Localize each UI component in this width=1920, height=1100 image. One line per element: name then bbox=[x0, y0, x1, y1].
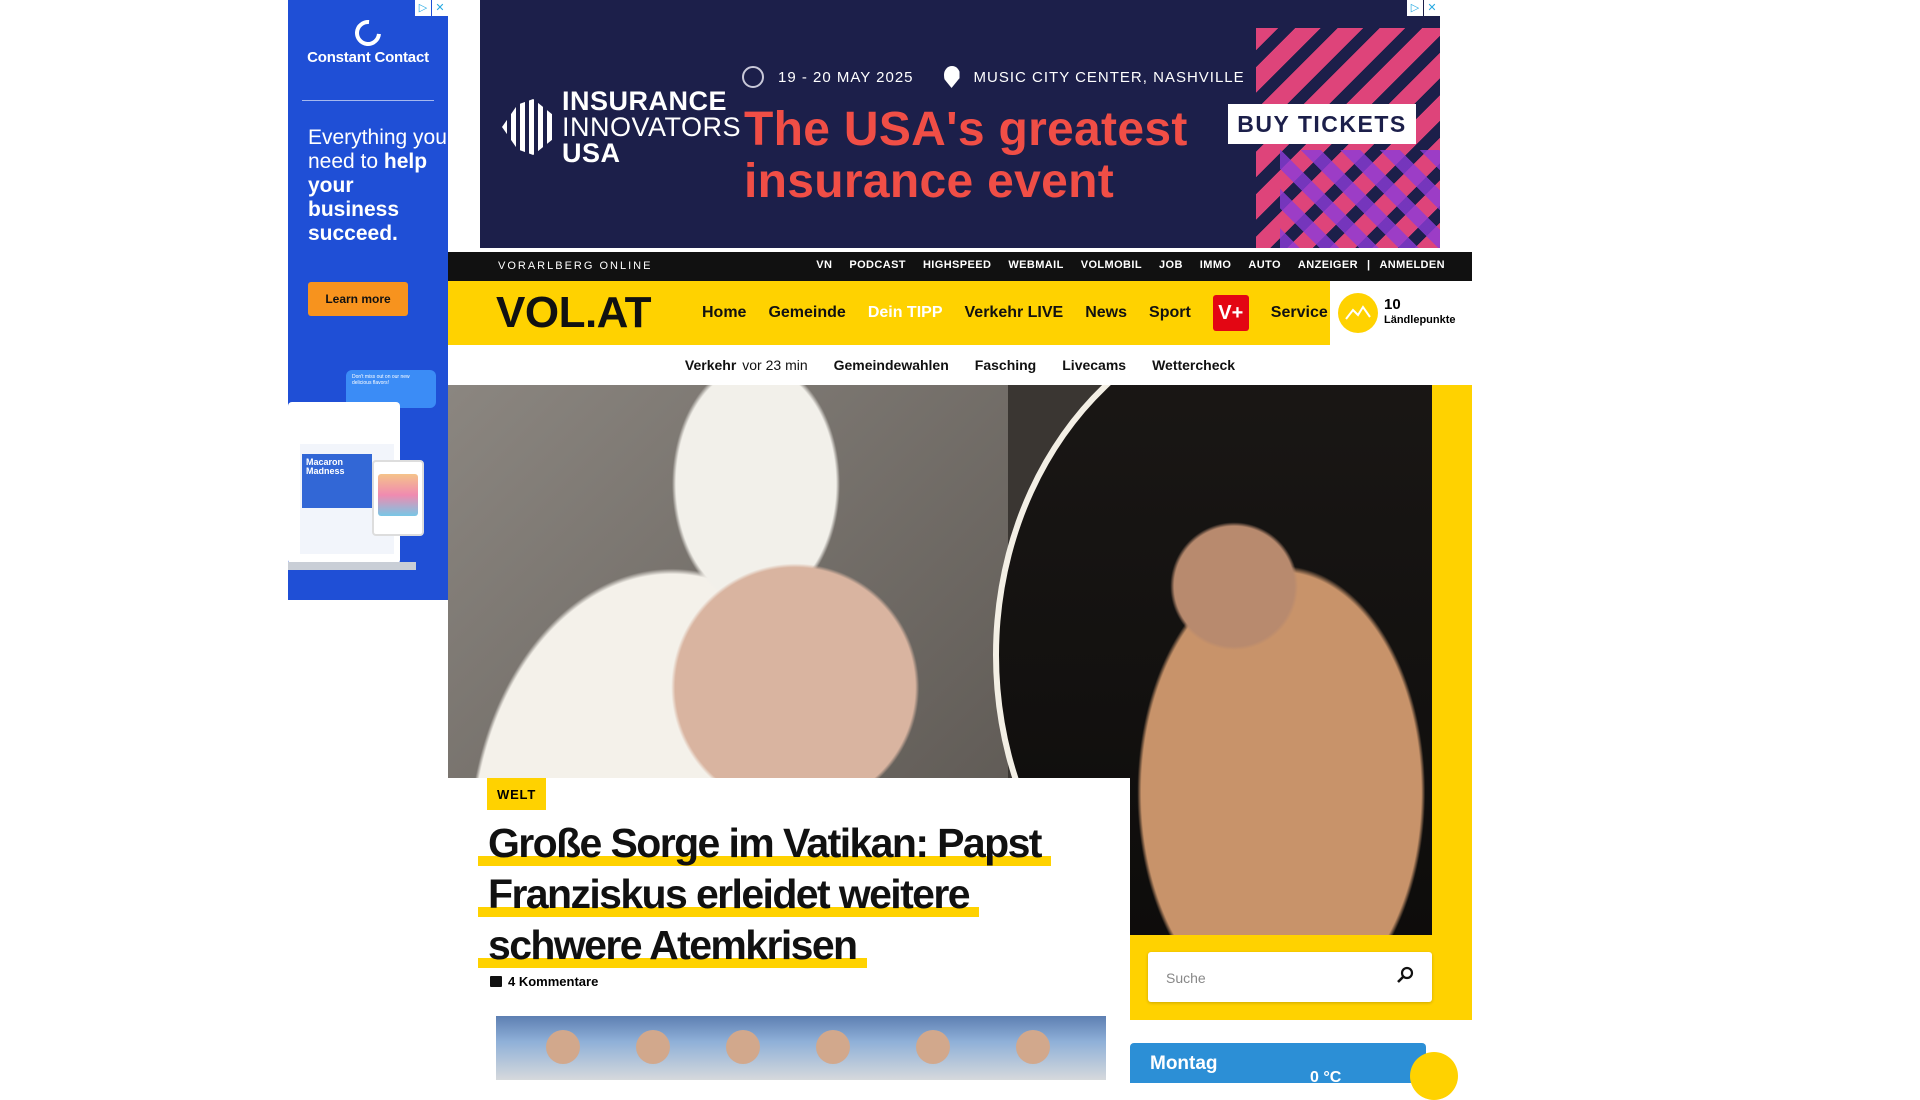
decorative-stripes bbox=[1280, 150, 1440, 248]
comment-icon bbox=[490, 976, 502, 987]
event-meta: 19 - 20 MAY 2025 MUSIC CITY CENTER, NASH… bbox=[742, 66, 1245, 88]
nav-dein-tipp[interactable]: Dein TIPP bbox=[868, 304, 943, 322]
event-date: 19 - 20 MAY 2025 bbox=[778, 68, 914, 86]
article-title[interactable]: Große Sorge im Vatikan: Papst Franziskus… bbox=[478, 818, 1098, 971]
divider: | bbox=[1366, 259, 1371, 271]
link-webmail[interactable]: WEBMAIL bbox=[1008, 259, 1063, 271]
subnav-livecams[interactable]: Livecams bbox=[1062, 357, 1126, 373]
vplus-badge[interactable]: V+ bbox=[1212, 295, 1249, 331]
buy-tickets-button[interactable]: BUY TICKETS bbox=[1228, 104, 1416, 144]
sub-navigation: Verkehr vor 23 min Gemeindewahlen Faschin… bbox=[448, 345, 1472, 385]
sidebar-accent bbox=[1432, 385, 1472, 935]
ad-banner-insurance-innovators[interactable]: ▷ ✕ INSURANCE INNOVATORS USA 19 - 20 MAY … bbox=[480, 0, 1440, 248]
lead-article[interactable]: WELT Große Sorge im Vatikan: Papst Franz… bbox=[448, 778, 1130, 1080]
event-venue: MUSIC CITY CENTER, NASHVILLE bbox=[973, 68, 1245, 86]
link-job[interactable]: JOB bbox=[1159, 259, 1183, 271]
learn-more-button[interactable]: Learn more bbox=[308, 282, 408, 316]
points-value: 10 bbox=[1384, 296, 1401, 313]
divider bbox=[302, 100, 434, 101]
traffic-timestamp: vor 23 min bbox=[742, 357, 808, 373]
category-badge[interactable]: WELT bbox=[487, 778, 547, 810]
main-navigation: VOL.AT Home Gemeinde Dein TIPP Verkehr L… bbox=[448, 281, 1472, 345]
location-pin-icon bbox=[943, 66, 960, 88]
site-name: VORARLBERG ONLINE bbox=[498, 260, 653, 272]
nav-gemeinde[interactable]: Gemeinde bbox=[768, 304, 845, 322]
subnav-gemeindewahlen[interactable]: Gemeindewahlen bbox=[834, 357, 949, 373]
mountain-icon bbox=[1338, 293, 1378, 333]
link-auto[interactable]: AUTO bbox=[1248, 259, 1281, 271]
laendlepunkte-widget[interactable]: 10 Ländlepunkte bbox=[1330, 281, 1472, 345]
link-vn[interactable]: VN bbox=[816, 259, 832, 271]
ad-tagline: Everything you need to help your busines… bbox=[308, 126, 447, 245]
brand-logo-icon bbox=[502, 99, 554, 155]
search-icon[interactable] bbox=[1396, 966, 1414, 984]
phone-illustration bbox=[372, 460, 424, 536]
nav-service[interactable]: Service bbox=[1271, 304, 1328, 322]
utility-links: VN PODCAST HIGHSPEED WEBMAIL VOLMOBIL JO… bbox=[799, 259, 1445, 271]
comments-link[interactable]: 4 Kommentare bbox=[490, 974, 598, 989]
ad-headline: The USA's greatest insurance event bbox=[744, 103, 1188, 208]
adchoices-icon[interactable]: ▷ ✕ bbox=[414, 0, 448, 16]
adchoices-icon[interactable]: ▷ ✕ bbox=[1406, 0, 1440, 16]
link-anzeiger[interactable]: ANZEIGER bbox=[1298, 259, 1358, 271]
macaron-promo: Macaron Madness bbox=[302, 454, 372, 508]
nav-verkehr-live[interactable]: Verkehr LIVE bbox=[965, 304, 1064, 322]
ad-skyscraper-constant-contact[interactable]: ▷ ✕ Constant Contact Everything you need … bbox=[288, 0, 448, 600]
search-box[interactable]: Suche bbox=[1148, 952, 1432, 1002]
insurance-innovators-logo: INSURANCE INNOVATORS USA bbox=[502, 88, 741, 167]
constant-contact-logo-icon bbox=[349, 14, 387, 52]
weather-temperature: 0 °C bbox=[1310, 1069, 1342, 1086]
clock-icon bbox=[742, 66, 764, 88]
subnav-verkehr[interactable]: Verkehr vor 23 min bbox=[685, 357, 808, 373]
link-podcast[interactable]: PODCAST bbox=[849, 259, 906, 271]
laptop-base bbox=[288, 562, 416, 570]
link-immo[interactable]: IMMO bbox=[1200, 259, 1232, 271]
login-link[interactable]: ANMELDEN bbox=[1379, 259, 1445, 271]
weather-widget[interactable]: Montag 0 °C bbox=[1130, 1043, 1426, 1086]
sun-icon bbox=[1410, 1052, 1458, 1100]
top-utility-bar: VORARLBERG ONLINE VN PODCAST HIGHSPEED W… bbox=[448, 252, 1472, 281]
weather-day: Montag bbox=[1150, 1053, 1218, 1074]
link-highspeed[interactable]: HIGHSPEED bbox=[923, 259, 991, 271]
subnav-fasching[interactable]: Fasching bbox=[975, 357, 1036, 373]
points-label: Ländlepunkte bbox=[1384, 314, 1456, 326]
subnav-wettercheck[interactable]: Wettercheck bbox=[1152, 357, 1235, 373]
nav-news[interactable]: News bbox=[1085, 304, 1127, 322]
constant-contact-logo: Constant Contact bbox=[288, 14, 448, 65]
link-volmobil[interactable]: VOLMOBIL bbox=[1081, 259, 1142, 271]
site-logo[interactable]: VOL.AT bbox=[496, 288, 652, 338]
nav-home[interactable]: Home bbox=[702, 304, 746, 322]
secondary-article-image[interactable] bbox=[496, 1016, 1106, 1080]
nav-sport[interactable]: Sport bbox=[1149, 304, 1191, 322]
search-input[interactable]: Suche bbox=[1166, 970, 1206, 986]
